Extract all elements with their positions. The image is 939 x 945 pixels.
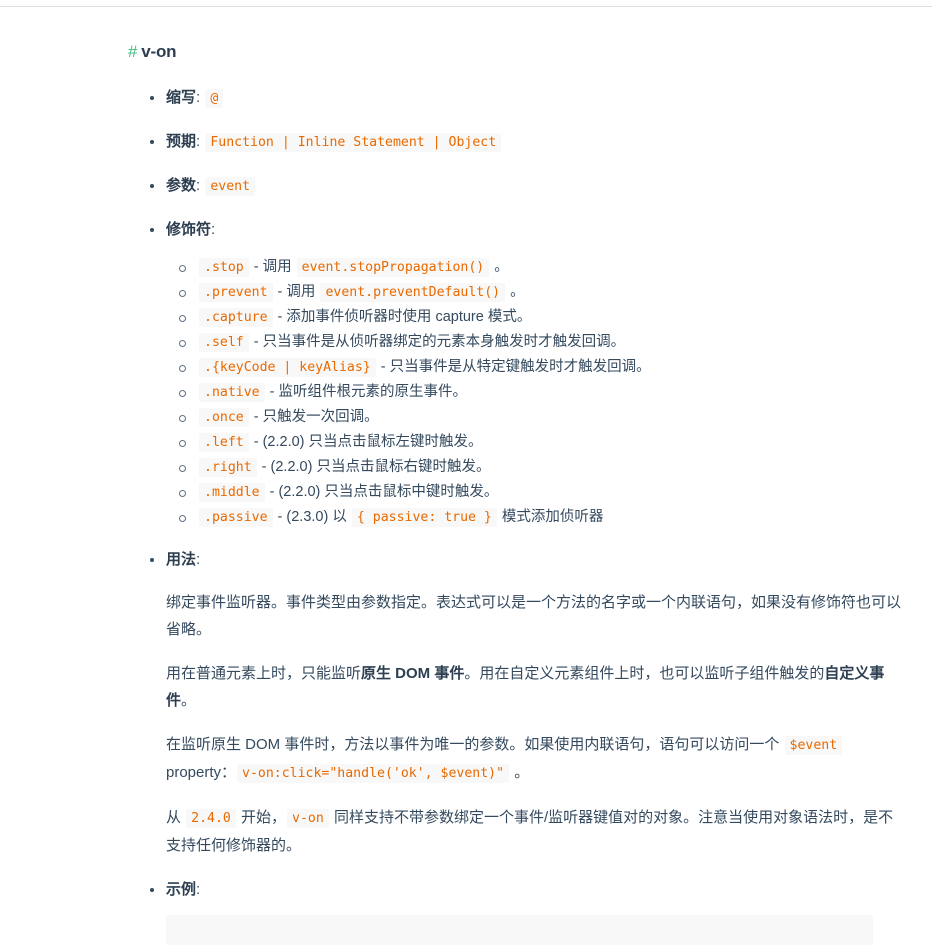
- term-label-expects: 预期: [166, 133, 197, 150]
- modifier-code: .{keyCode | keyAlias}: [199, 358, 376, 377]
- modifier-text: - (2.3.0) 以: [273, 509, 351, 525]
- doc-content: # v-on 缩写: @ 预期: Function | Inline Statem…: [128, 40, 908, 902]
- term-label-abbreviation: 缩写: [166, 89, 197, 106]
- list-item: .passive - (2.3.0) 以 { passive: true } 模…: [166, 506, 908, 529]
- modifier-code-secondary: event.stopPropagation(): [296, 258, 490, 277]
- modifier-text: - 只当事件是从侦听器绑定的元素本身触发时才触发回调。: [249, 334, 626, 350]
- modifier-text: - 添加事件侦听器时使用 capture 模式。: [273, 309, 532, 325]
- modifier-text: - (2.2.0) 只当点击鼠标右键时触发。: [257, 459, 491, 475]
- modifier-code: .native: [199, 383, 265, 402]
- modifier-text-tail: 模式添加侦听器: [497, 509, 604, 525]
- doc-page: # v-on 缩写: @ 预期: Function | Inline Statem…: [0, 0, 939, 945]
- list-item-modifiers: 修饰符: .stop - 调用 event.stopPropagation() …: [128, 218, 908, 529]
- usage-p3-text-b: property：: [166, 764, 237, 781]
- term-label-argument: 参数: [166, 177, 197, 194]
- modifier-list: .stop - 调用 event.stopPropagation() 。 .pr…: [166, 256, 908, 529]
- term-colon-argument: :: [196, 177, 201, 194]
- page-title: # v-on: [128, 40, 908, 64]
- inline-code-abbreviation: @: [205, 89, 224, 108]
- usage-p4-text-b: 开始，: [236, 809, 287, 826]
- modifier-text-tail: 。: [490, 259, 509, 275]
- usage-p3-code-handler: v-on:click="handle('ok', $event)": [237, 764, 510, 783]
- list-item: .right - (2.2.0) 只当点击鼠标右键时触发。: [166, 456, 908, 479]
- modifier-code: .capture: [199, 308, 273, 327]
- api-definition-list: 缩写: @ 预期: Function | Inline Statement | …: [128, 86, 908, 902]
- list-item-example: 示例:: [128, 878, 908, 902]
- usage-paragraph-2: 用在普通元素上时，只能监听原生 DOM 事件。用在自定义元素组件上时，也可以监听…: [166, 660, 908, 714]
- modifier-text: - 只当事件是从特定键触发时才触发回调。: [376, 359, 651, 375]
- usage-p3-text-a: 在监听原生 DOM 事件时，方法以事件为唯一的参数。如果使用内联语句，语句可以访…: [166, 736, 784, 753]
- list-item: .{keyCode | keyAlias} - 只当事件是从特定键触发时才触发回…: [166, 356, 908, 379]
- term-label-example: 示例: [166, 881, 197, 898]
- usage-paragraph-3: 在监听原生 DOM 事件时，方法以事件为唯一的参数。如果使用内联语句，语句可以访…: [166, 731, 908, 787]
- list-item-abbreviation: 缩写: @: [128, 86, 908, 111]
- term-colon-modifiers: :: [211, 221, 216, 238]
- term-colon-usage: :: [196, 551, 201, 568]
- modifier-code: .stop: [199, 258, 249, 277]
- heading-text: v-on: [141, 42, 177, 61]
- heading-anchor-icon[interactable]: #: [128, 42, 137, 61]
- usage-p4-code-von: v-on: [287, 809, 329, 828]
- usage-p2-text-a: 用在普通元素上时，只能监听: [166, 665, 362, 682]
- usage-p4-code-version: 2.4.0: [186, 809, 236, 828]
- modifier-text: - (2.2.0) 只当点击鼠标中键时触发。: [265, 484, 499, 500]
- inline-code-expects: Function | Inline Statement | Object: [205, 133, 502, 152]
- modifier-code: .self: [199, 333, 249, 352]
- list-item-argument: 参数: event: [128, 174, 908, 199]
- modifier-code: .once: [199, 408, 249, 427]
- modifier-text: - (2.2.0) 只当点击鼠标左键时触发。: [249, 434, 483, 450]
- list-item-expects: 预期: Function | Inline Statement | Object: [128, 130, 908, 155]
- modifier-code-secondary: { passive: true }: [351, 508, 497, 527]
- modifier-code: .middle: [199, 483, 265, 502]
- term-label-usage: 用法: [166, 551, 197, 568]
- modifier-text: - 监听组件根元素的原生事件。: [265, 384, 467, 400]
- modifier-code-secondary: event.preventDefault(): [320, 283, 506, 302]
- modifier-text: - 只触发一次回调。: [249, 409, 379, 425]
- usage-p2-text-c: 。: [181, 692, 197, 709]
- modifier-text: - 调用: [273, 284, 320, 300]
- term-colon-example: :: [196, 881, 201, 898]
- modifier-text-tail: 。: [506, 284, 525, 300]
- term-label-modifiers: 修饰符: [166, 221, 212, 238]
- list-item: .capture - 添加事件侦听器时使用 capture 模式。: [166, 306, 908, 329]
- list-item: .prevent - 调用 event.preventDefault() 。: [166, 281, 908, 304]
- modifier-code: .prevent: [199, 283, 273, 302]
- inline-code-argument: event: [205, 177, 256, 196]
- list-item: .left - (2.2.0) 只当点击鼠标左键时触发。: [166, 431, 908, 454]
- modifier-text: - 调用: [249, 259, 296, 275]
- list-item: .middle - (2.2.0) 只当点击鼠标中键时触发。: [166, 481, 908, 504]
- usage-p2-bold-native-dom: 原生 DOM 事件: [361, 665, 465, 682]
- list-item: .once - 只触发一次回调。: [166, 406, 908, 429]
- usage-paragraph-1: 绑定事件监听器。事件类型由参数指定。表达式可以是一个方法的名字或一个内联语句，如…: [166, 594, 902, 638]
- list-item: .native - 监听组件根元素的原生事件。: [166, 381, 908, 404]
- term-colon-abbreviation: :: [196, 89, 201, 106]
- usage-p4-text-a: 从: [166, 809, 186, 826]
- modifier-code: .left: [199, 433, 249, 452]
- list-item-usage: 用法: 绑定事件监听器。事件类型由参数指定。表达式可以是一个方法的名字或一个内联…: [128, 548, 908, 859]
- usage-p2-text-b: 。用在自定义元素组件上时，也可以监听子组件触发的: [464, 665, 825, 682]
- usage-p3-text-c: 。: [510, 764, 530, 781]
- list-item: .stop - 调用 event.stopPropagation() 。: [166, 256, 908, 279]
- list-item: .self - 只当事件是从侦听器绑定的元素本身触发时才触发回调。: [166, 331, 908, 354]
- modifier-code: .passive: [199, 508, 273, 527]
- usage-paragraph-4: 从 2.4.0 开始， v-on 同样支持不带参数绑定一个事件/监听器键值对的对象…: [166, 804, 908, 859]
- modifier-code: .right: [199, 458, 257, 477]
- usage-p3-code-event: $event: [784, 736, 843, 755]
- term-colon-expects: :: [196, 133, 201, 150]
